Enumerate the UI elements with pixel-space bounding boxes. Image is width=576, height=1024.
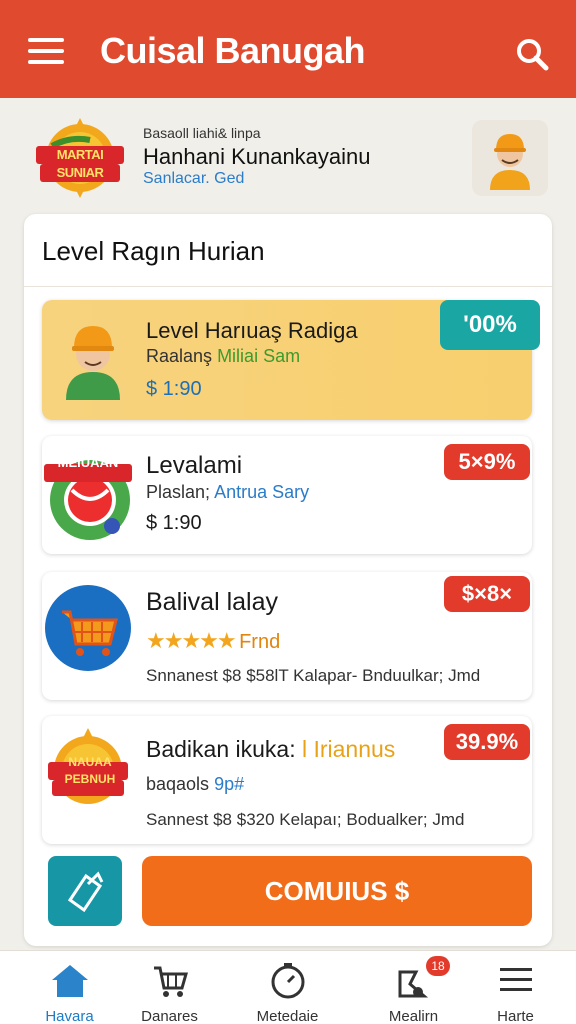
worker-icon: [58, 314, 128, 405]
card-title-highlight: l Iriannus: [301, 736, 396, 762]
card-title-main: Badikan ikuka:: [146, 736, 296, 762]
sun-badge-label: NAUAA PEBNUH: [64, 755, 116, 786]
ball-badge-label: MEIUAAN: [57, 455, 119, 470]
card-title: Balival lalay: [146, 588, 279, 616]
clock-icon: [271, 963, 304, 999]
nav-item-cart[interactable]: Danares: [112, 950, 227, 1024]
profile-status: Sanlacar. Ged: [143, 170, 245, 187]
search-button[interactable]: [512, 34, 552, 74]
nav-item-home[interactable]: Havara: [12, 950, 127, 1024]
list-icon: [499, 968, 532, 991]
rating: ★★★★★ Frnd: [146, 628, 280, 654]
share-button[interactable]: [48, 856, 122, 926]
card-detail: Sannest $8 $320 Kelapaı; Bodualker; Jmd: [146, 810, 465, 829]
card-subtitle-label: Raalanş: [146, 346, 213, 366]
rating-stars-icon: ★★★★★: [146, 628, 237, 653]
discount-badge: 39.9%: [444, 724, 530, 760]
continue-button[interactable]: COMUIUS $: [142, 856, 532, 926]
nav-item-clock[interactable]: Metedaie: [230, 950, 345, 1024]
card-subtitle-label: baqaols: [146, 774, 210, 794]
worker-avatar-icon: [490, 134, 530, 190]
divider: [24, 286, 552, 287]
menu-icon-bar: [28, 38, 64, 42]
card-title: Badikan ikuka: l Iriannus: [146, 736, 395, 763]
brand-logo: [30, 116, 130, 200]
discount-badge: $×8×: [444, 576, 530, 612]
card-subtitle-value: Antrua Sary: [214, 482, 310, 502]
profile-avatar[interactable]: [472, 120, 548, 196]
card-subtitle-value: Miliai Sam: [217, 346, 301, 366]
card-price: $ 1:90: [146, 512, 202, 534]
card-title: Level Harıuaş Radiga: [146, 318, 358, 343]
card-subtitle: Plaslan; Antrua Sary: [146, 482, 309, 503]
profile-name: Hanhani Kunankayainu: [143, 144, 371, 169]
nav-label: Harte: [497, 1008, 534, 1024]
card-price: $ 1:90: [146, 378, 202, 400]
menu-icon-bar: [28, 60, 64, 64]
shopping-basket-icon: [44, 582, 132, 677]
discount-badge: '00%: [440, 300, 540, 350]
nav-label: Danares: [141, 1008, 198, 1024]
cart-icon: [153, 966, 188, 997]
offer-card[interactable]: NAUAA PEBNUH Badikan ikuka: l Iriannus b…: [42, 716, 532, 844]
menu-button[interactable]: [28, 38, 66, 66]
card-subtitle: baqaols 9p#: [146, 774, 244, 795]
card-subtitle-value: 9p#: [214, 774, 245, 794]
menu-icon-bar: [28, 49, 64, 53]
nav-label: Mealirn: [388, 1008, 439, 1024]
search-icon: [517, 39, 549, 71]
home-icon: [51, 965, 88, 997]
discount-badge: 5×9%: [444, 444, 530, 480]
notification-count-badge: 18: [426, 956, 450, 976]
profile-subtitle: Basaoll liahi& linpa: [143, 125, 261, 141]
offer-card[interactable]: Level Harıuaş Radiga Raalanş Miliai Sam …: [42, 300, 540, 420]
card-subtitle: Raalanş Miliai Sam: [146, 346, 300, 367]
nav-label: Havara: [45, 1008, 94, 1024]
app-bar-content: Cuisal Banugah: [0, 0, 576, 98]
share-icon: [67, 871, 104, 913]
offer-card[interactable]: Balival lalay ★★★★★ Frnd Snnanest $8 $58…: [42, 572, 532, 700]
card-detail: Snnanest $8 $58lT Kalapar- Bnduulkar; Jm…: [146, 666, 481, 685]
card-subtitle-label: Plaslan;: [146, 482, 211, 502]
nav-label: Metedaie: [256, 1008, 319, 1024]
app-title: Cuisal Banugah: [100, 30, 366, 71]
nav-item-notifications[interactable]: Mealirn: [356, 950, 471, 1024]
offer-card[interactable]: MEIUAAN Levalami Plaslan; Antrua Sary $ …: [42, 436, 532, 554]
rating-text: Frnd: [239, 631, 281, 653]
card-title: Levalami: [146, 452, 243, 479]
panel-title: Level Ragın Hurian: [42, 236, 265, 266]
nav-item-list[interactable]: Harte: [458, 950, 573, 1024]
